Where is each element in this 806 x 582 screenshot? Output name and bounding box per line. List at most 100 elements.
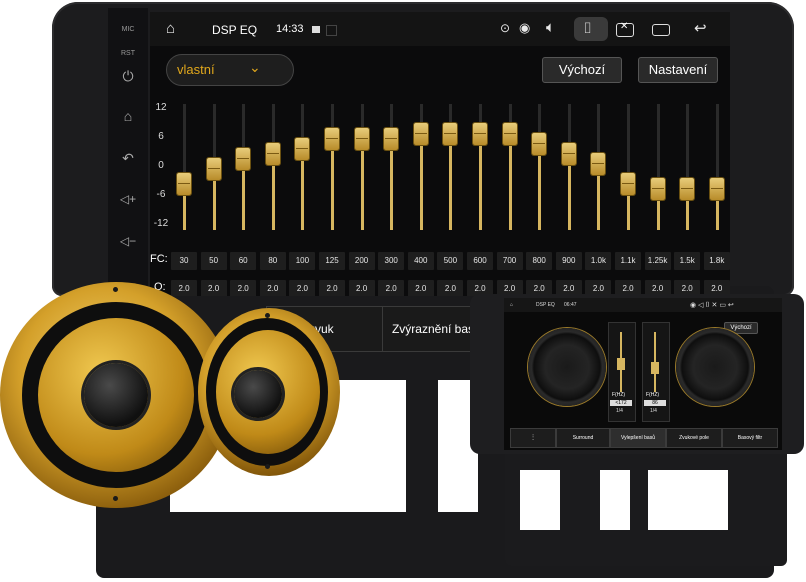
fc-cell[interactable]: 125 bbox=[319, 252, 345, 270]
screw-hole bbox=[265, 313, 270, 318]
volume-up-icon[interactable]: ◁+ bbox=[108, 192, 148, 206]
camera-icon: ⌷ bbox=[583, 20, 593, 37]
q-cell[interactable]: 2.0 bbox=[319, 280, 345, 296]
mini-right-freq-label: F(HZ) bbox=[646, 392, 660, 398]
axis-label-minus6: -6 bbox=[156, 189, 166, 200]
fc-cell[interactable]: 100 bbox=[289, 252, 316, 270]
recents-icon[interactable] bbox=[652, 24, 670, 36]
home-icon[interactable]: ⌂ bbox=[166, 20, 175, 37]
eq-slider-knob-1.5k[interactable] bbox=[680, 178, 695, 200]
eq-slider-knob-300[interactable] bbox=[384, 128, 399, 150]
eq-slider-knob-30[interactable] bbox=[177, 173, 191, 195]
preset-value: vlastní bbox=[177, 62, 215, 77]
fc-cell[interactable]: 900 bbox=[555, 252, 582, 270]
gallery-icon bbox=[312, 26, 320, 33]
fc-cell[interactable]: 700 bbox=[496, 252, 523, 270]
mic-label: MIC bbox=[121, 26, 135, 33]
q-cell[interactable]: 2.0 bbox=[348, 280, 375, 296]
settings-button[interactable]: Nastavení bbox=[638, 57, 718, 83]
fc-cell[interactable]: 1.25k bbox=[644, 252, 671, 270]
speaker-dust-cap bbox=[234, 370, 282, 418]
mini-tab-bass-enhance[interactable]: Vylepšení basů bbox=[610, 428, 666, 448]
q-cell[interactable]: 2.0 bbox=[259, 280, 286, 296]
eq-slider-fill bbox=[508, 134, 512, 230]
eq-slider-knob-80[interactable] bbox=[265, 143, 280, 165]
mini-tab-bass-filter[interactable]: Basový filtr bbox=[722, 428, 778, 448]
fc-cell[interactable]: 500 bbox=[437, 252, 464, 270]
q-cell[interactable]: 2.0 bbox=[200, 280, 227, 296]
mini-left-freq-value[interactable]: <172 bbox=[610, 400, 632, 406]
mini-tab-surround[interactable]: Surround bbox=[556, 428, 610, 448]
eq-slider-knob-125[interactable] bbox=[325, 128, 339, 150]
mini-frame-opening bbox=[600, 470, 630, 530]
tab-bass-boost[interactable]: Zvýraznění bas bbox=[382, 306, 484, 352]
eq-slider-knob-700[interactable] bbox=[502, 123, 517, 145]
preset-dropdown[interactable]: vlastní ⌄ bbox=[166, 54, 294, 86]
mini-right-slider-knob[interactable] bbox=[651, 362, 659, 374]
fc-cell[interactable]: 300 bbox=[378, 252, 405, 270]
eq-slider-knob-400[interactable] bbox=[413, 123, 428, 145]
eq-slider-knob-60[interactable] bbox=[236, 148, 251, 170]
mini-tab-sound-field[interactable]: Zvukové pole bbox=[666, 428, 722, 448]
fc-cell[interactable]: 60 bbox=[230, 252, 257, 270]
back-icon[interactable]: ↩ bbox=[694, 19, 707, 37]
close-x-glyph: ✕ bbox=[620, 21, 629, 32]
eq-slider-fill bbox=[301, 149, 305, 230]
default-button[interactable]: Výchozí bbox=[542, 57, 622, 83]
q-cell[interactable]: 2.0 bbox=[230, 280, 257, 296]
fc-cell[interactable]: 400 bbox=[407, 252, 434, 270]
eq-slider-knob-100[interactable] bbox=[295, 138, 310, 160]
power-icon[interactable]: ⏻ bbox=[108, 68, 148, 85]
mini-right-freq-value[interactable]: 86 bbox=[644, 400, 666, 406]
mini-left-q-value: 1/4 bbox=[616, 408, 623, 414]
mini-left-slider-knob[interactable] bbox=[617, 358, 625, 370]
eq-slider-knob-500[interactable] bbox=[443, 123, 458, 145]
mini-home-icon: ⌂ bbox=[510, 302, 514, 308]
q-cell[interactable]: 2.0 bbox=[407, 280, 434, 296]
fc-cell[interactable]: 1.0k bbox=[585, 252, 612, 270]
wifi-icon: ◉ bbox=[519, 20, 531, 35]
eq-slider-knob-600[interactable] bbox=[473, 123, 487, 145]
fc-cell[interactable]: 30 bbox=[171, 252, 197, 270]
screw-hole bbox=[113, 496, 118, 501]
volume-down-icon[interactable]: ◁− bbox=[108, 234, 148, 248]
fc-cell[interactable]: 1.1k bbox=[615, 252, 641, 270]
mini-tab-equalizer-icon[interactable]: ⫶ bbox=[510, 428, 556, 448]
eq-slider-fill bbox=[390, 139, 394, 230]
q-cell[interactable]: 2.0 bbox=[171, 280, 197, 296]
mini-screen: ⌂ DSP EQ 06:47 ◉ ◁ ⌷ ✕ ▭ ↩ Výchozí F(HZ)… bbox=[504, 298, 782, 450]
eq-slider-fill bbox=[360, 139, 364, 230]
eq-slider-knob-200[interactable] bbox=[354, 128, 369, 150]
mini-frame-opening bbox=[520, 470, 560, 530]
fc-cell[interactable]: 600 bbox=[467, 252, 493, 270]
volume-icon[interactable]: 🔈︎ bbox=[546, 19, 555, 36]
q-cell[interactable]: 2.0 bbox=[378, 280, 405, 296]
rst-label: RST bbox=[121, 50, 135, 57]
fc-cell[interactable]: 800 bbox=[526, 252, 553, 270]
eq-slider-track bbox=[656, 104, 660, 189]
fc-cell[interactable]: 1.5k bbox=[674, 252, 701, 270]
q-cell[interactable]: 2.0 bbox=[289, 280, 316, 296]
fc-cell[interactable]: 200 bbox=[348, 252, 375, 270]
eq-slider-knob-1.25k[interactable] bbox=[650, 178, 665, 200]
mini-left-speaker bbox=[528, 328, 606, 406]
fc-cell[interactable]: 50 bbox=[200, 252, 227, 270]
mini-clock: 06:47 bbox=[564, 302, 577, 308]
eq-slider-knob-900[interactable] bbox=[561, 143, 576, 165]
eq-slider-fill bbox=[479, 134, 482, 230]
fc-cell[interactable]: 80 bbox=[259, 252, 286, 270]
eq-slider-track bbox=[183, 104, 186, 184]
mini-app-title: DSP EQ bbox=[536, 302, 555, 308]
speaker-dust-cap bbox=[84, 363, 148, 427]
fc-cell[interactable]: 1.8k bbox=[703, 252, 730, 270]
mini-right-q-value: 1/4 bbox=[650, 408, 657, 414]
eq-slider-knob-1.1k[interactable] bbox=[621, 173, 635, 195]
home-icon[interactable]: ⌂ bbox=[108, 108, 148, 124]
eq-slider-knob-1.8k[interactable] bbox=[709, 178, 724, 200]
eq-slider-knob-800[interactable] bbox=[532, 133, 547, 155]
back-icon[interactable]: ↶ bbox=[108, 150, 148, 167]
eq-slider-knob-1.0k[interactable] bbox=[591, 153, 606, 175]
eq-slider-fill bbox=[449, 134, 453, 230]
q-cell[interactable]: 2.0 bbox=[437, 280, 464, 296]
eq-slider-knob-50[interactable] bbox=[206, 158, 221, 180]
